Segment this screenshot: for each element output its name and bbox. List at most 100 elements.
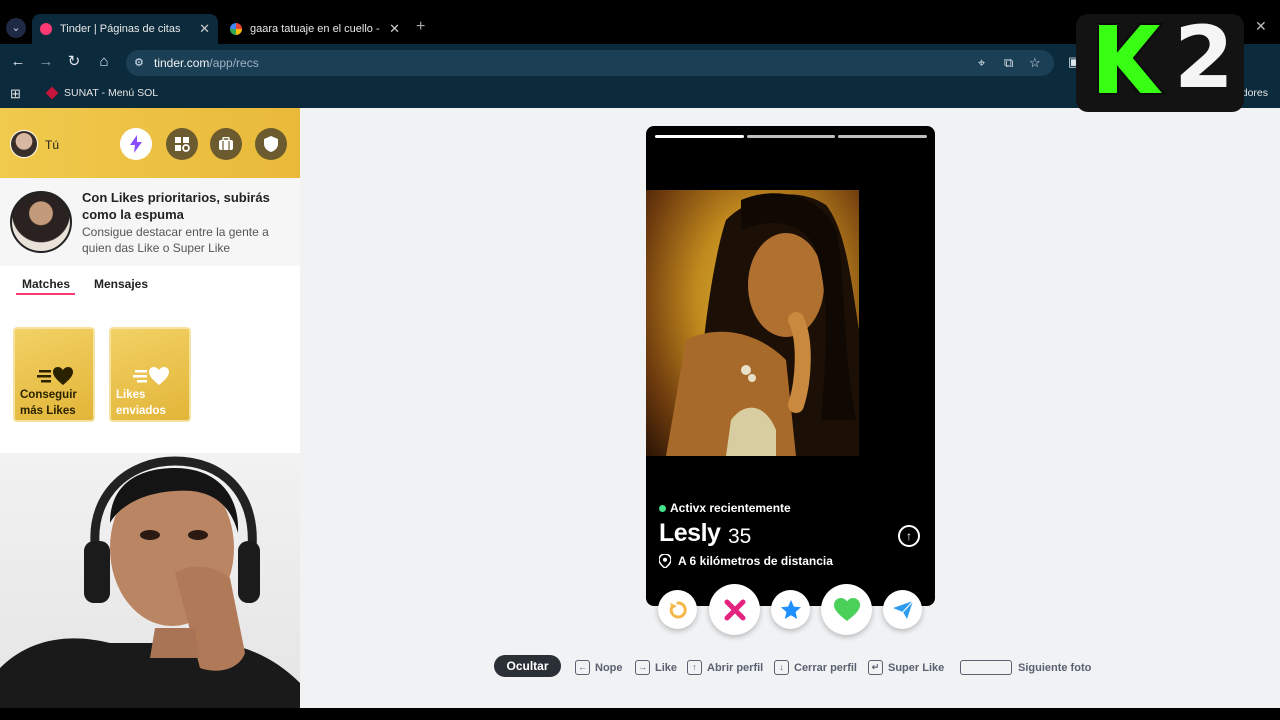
card-label: Conseguir más Likes <box>20 387 77 419</box>
promo-title: Con Likes prioritarios, subirás como la … <box>82 190 270 222</box>
explore-icon <box>175 137 190 152</box>
open-profile-button[interactable]: ↑ <box>898 525 920 547</box>
streamer-logo: 2 <box>1076 8 1244 112</box>
card-label-line1: Conseguir <box>20 389 77 401</box>
heart-icon <box>833 597 860 621</box>
shield-icon <box>264 136 278 152</box>
photo-progress-segment-active <box>655 135 744 138</box>
logo-digit: 2 <box>1174 8 1234 108</box>
card-label-line2: más Likes <box>20 405 76 417</box>
tab-google-search[interactable]: gaara tatuaje en el cuello - Busc ✕ <box>222 14 408 44</box>
hide-shortcuts-button[interactable]: Ocultar <box>494 655 561 677</box>
shortcut-open-profile: ↑ Abrir perfil <box>687 660 763 675</box>
shortcut-like: → Like <box>635 660 677 675</box>
tab-search-chevron-icon[interactable]: ⌄ <box>6 18 26 38</box>
explore-button[interactable] <box>166 128 198 160</box>
profile-age: 35 <box>728 525 752 548</box>
streamer-webcam-image <box>0 456 300 720</box>
address-bar[interactable]: ⚙ tinder.com/app/recs ⌖ ⧉ ☆ <box>126 50 1054 76</box>
key-enter-icon: ↵ <box>868 660 883 675</box>
sidebar-header: Tú <box>0 108 300 178</box>
key-down-icon: ↓ <box>774 660 789 675</box>
key-up-icon: ↑ <box>687 660 702 675</box>
shortcut-close-profile: ↓ Cerrar perfil <box>774 660 857 675</box>
user-avatar[interactable] <box>10 130 38 158</box>
rewind-button[interactable] <box>658 590 697 629</box>
webcam-overlay <box>0 453 300 720</box>
send-button[interactable] <box>883 590 922 629</box>
promo-avatar <box>10 191 72 253</box>
bottom-edge <box>0 708 1280 720</box>
card-label-line1: Likes <box>116 389 146 401</box>
location-pin-icon[interactable]: ⌖ <box>978 55 985 71</box>
profile-photo-image <box>666 193 859 457</box>
active-tab-underline <box>16 293 75 295</box>
boost-button[interactable] <box>120 128 152 160</box>
profile-distance: A 6 kilómetros de distancia <box>678 554 833 568</box>
forward-arrow-icon[interactable]: → <box>36 52 56 72</box>
safety-button[interactable] <box>255 128 287 160</box>
card-label-line2: enviados <box>116 405 166 417</box>
nope-x-icon <box>724 599 745 620</box>
likes-sent-card[interactable]: Likes enviados <box>109 327 191 422</box>
key-space-icon <box>960 660 1012 675</box>
url-text: tinder.com/app/recs <box>154 56 259 70</box>
close-tab-icon[interactable]: ✕ <box>199 21 210 37</box>
google-favicon-icon <box>230 23 242 35</box>
location-pin-icon <box>659 554 671 568</box>
photo-progress-segment <box>747 135 835 138</box>
close-tab-icon[interactable]: ✕ <box>389 21 400 37</box>
shortcut-label: Like <box>655 661 678 674</box>
boost-bolt-icon <box>130 135 142 153</box>
profile-card[interactable]: Activx recientemente Lesly 35 A 6 kilóme… <box>646 126 935 606</box>
card-label: Likes enviados <box>116 387 166 419</box>
shortcut-label: Abrir perfil <box>707 661 764 674</box>
tab-title: Tinder | Páginas de citas <box>60 23 181 35</box>
shortcut-label: Super Like <box>888 661 945 674</box>
shortcut-label: Nope <box>595 661 623 674</box>
profile-photo[interactable] <box>646 190 859 457</box>
tinder-favicon-icon <box>40 23 52 35</box>
nope-button[interactable] <box>709 584 760 635</box>
key-right-icon: → <box>635 660 650 675</box>
tab-tinder[interactable]: Tinder | Páginas de citas ✕ <box>32 14 218 44</box>
tab-matches[interactable]: Matches <box>22 277 70 291</box>
bookmark-sunat[interactable]: SUNAT - Menú SOL <box>45 86 159 100</box>
shortcut-next-photo: Siguiente foto <box>960 660 1091 675</box>
reload-icon[interactable]: ↻ <box>64 52 84 72</box>
fast-heart-icon <box>37 367 73 385</box>
tab-title: gaara tatuaje en el cuello - Busc <box>250 23 383 35</box>
bookmark-star-icon[interactable]: ☆ <box>1029 55 1041 71</box>
user-name[interactable]: Tú <box>45 138 59 152</box>
passport-button[interactable] <box>210 128 242 160</box>
k-logo-icon <box>1097 23 1166 95</box>
bookmark-label: SUNAT - Menú SOL <box>64 87 159 99</box>
url-host: tinder.com <box>154 56 210 70</box>
shortcut-nope: ← Nope <box>575 660 623 675</box>
sunat-favicon-icon <box>45 86 59 100</box>
photo-progress-segment <box>838 135 927 138</box>
url-path: /app/recs <box>209 56 259 70</box>
shortcut-label: Cerrar perfil <box>794 661 857 674</box>
close-window-icon[interactable]: ✕ <box>1255 18 1267 35</box>
install-app-icon[interactable]: ⧉ <box>1004 55 1013 71</box>
tab-messages[interactable]: Mensajes <box>94 277 148 291</box>
super-like-button[interactable] <box>771 590 810 629</box>
promo-subtitle: Consigue destacar entre la gente a quien… <box>82 225 269 255</box>
send-icon <box>892 600 913 619</box>
apps-grid-icon[interactable]: ⊞ <box>10 86 21 102</box>
active-status-text: Activx recientemente <box>670 501 791 515</box>
arrow-up-icon: ↑ <box>906 529 912 543</box>
get-more-likes-card[interactable]: Conseguir más Likes <box>13 327 95 422</box>
shortcut-label: Siguiente foto <box>1018 661 1092 674</box>
active-status: Activx recientemente <box>659 501 791 515</box>
new-tab-plus-icon[interactable]: + <box>416 18 425 36</box>
back-arrow-icon[interactable]: ← <box>8 52 28 72</box>
shortcut-super-like: ↵ Super Like <box>868 660 944 675</box>
like-button[interactable] <box>821 584 872 635</box>
home-icon[interactable]: ⌂ <box>94 52 114 72</box>
priority-likes-promo[interactable]: Con Likes prioritarios, subirás como la … <box>0 178 300 266</box>
star-icon <box>780 599 801 619</box>
profile-name: Lesly <box>659 519 721 547</box>
site-info-icon[interactable]: ⚙ <box>134 56 148 70</box>
